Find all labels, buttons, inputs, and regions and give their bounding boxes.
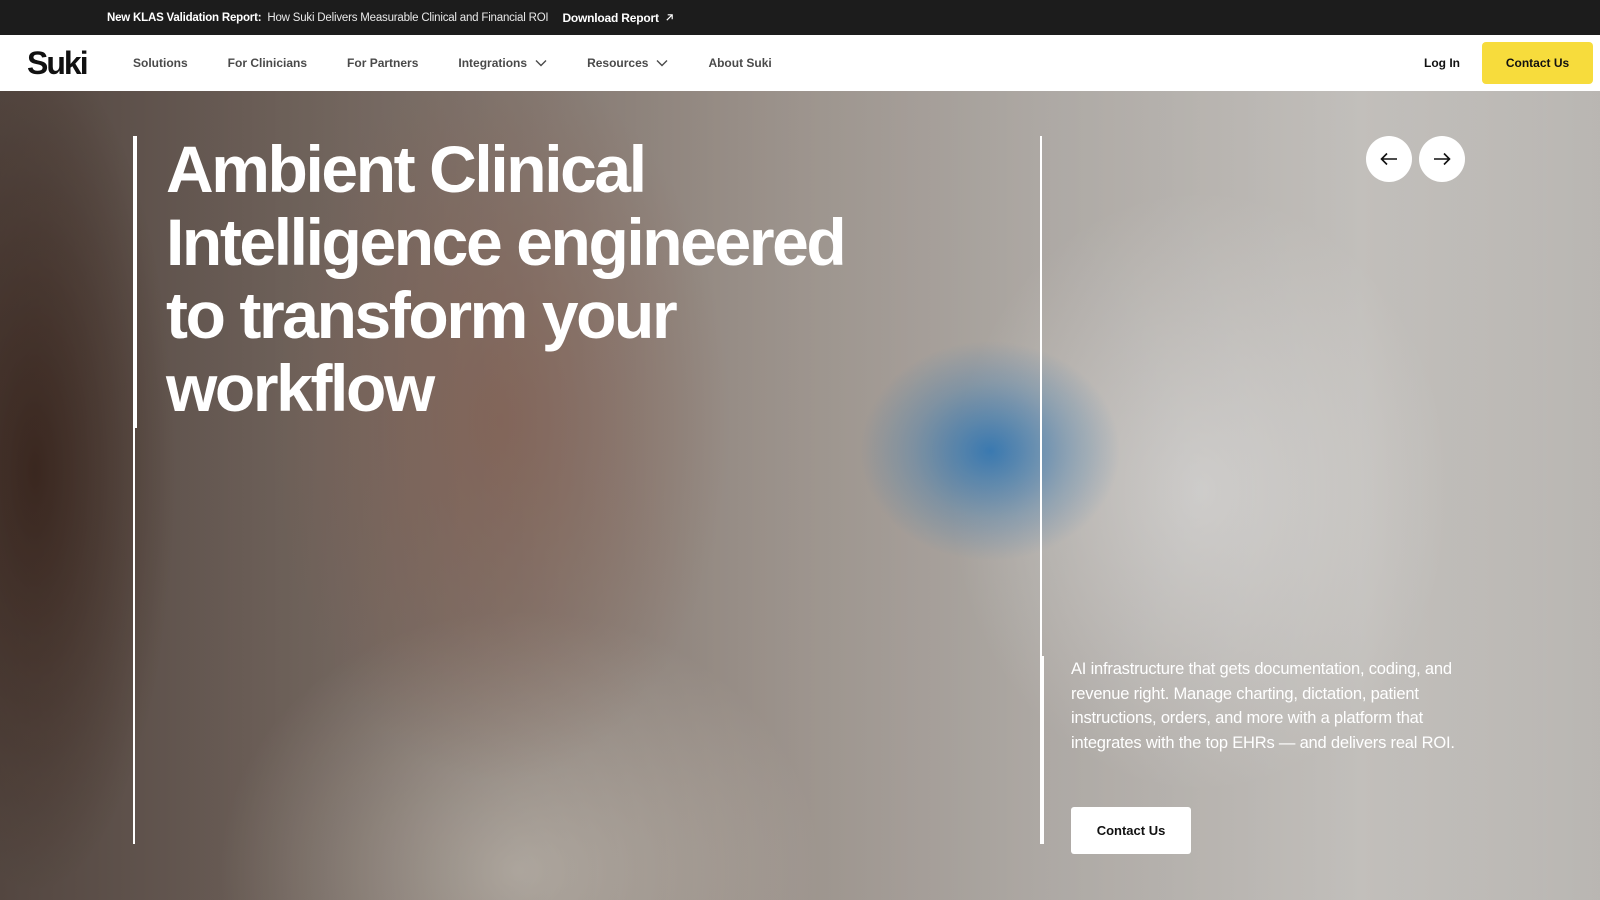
download-report-label: Download Report bbox=[562, 10, 659, 25]
carousel-next-button[interactable] bbox=[1419, 136, 1465, 182]
arrow-left-icon bbox=[1380, 152, 1397, 166]
hero-section: Ambient Clinical Intelligence engineered… bbox=[0, 91, 1600, 900]
nav-item-label: Solutions bbox=[133, 56, 188, 70]
announcement-text: How Suki Delivers Measurable Clinical an… bbox=[267, 11, 549, 24]
nav-item-for-partners[interactable]: For Partners bbox=[347, 56, 418, 70]
hero-description: AI infrastructure that gets documentatio… bbox=[1071, 660, 1455, 752]
center-divider-line bbox=[1040, 136, 1042, 656]
carousel-prev-button[interactable] bbox=[1366, 136, 1412, 182]
arrow-up-right-icon bbox=[666, 14, 673, 21]
nav-item-label: About Suki bbox=[708, 56, 772, 70]
nav-menu: Solutions For Clinicians For Partners In… bbox=[133, 35, 812, 91]
hero-headline: Ambient Clinical Intelligence engineered… bbox=[166, 132, 847, 425]
nav-item-label: For Clinicians bbox=[227, 56, 308, 70]
hero-contact-us-button[interactable]: Contact Us bbox=[1071, 807, 1191, 854]
nav-item-about-suki[interactable]: About Suki bbox=[708, 56, 771, 70]
headline-accent-line bbox=[133, 136, 137, 428]
suki-logo[interactable]: Suki bbox=[27, 45, 89, 81]
chevron-down-icon bbox=[535, 60, 547, 67]
nav-item-label: Resources bbox=[587, 56, 649, 70]
announcement-label: New KLAS Validation Report: bbox=[107, 11, 262, 24]
nav-item-solutions[interactable]: Solutions bbox=[133, 56, 188, 70]
announcement-bar: New KLAS Validation Report: How Suki Del… bbox=[0, 0, 1600, 35]
nav-item-resources[interactable]: Resources bbox=[587, 56, 668, 70]
nav-item-for-clinicians[interactable]: For Clinicians bbox=[228, 56, 307, 70]
nav-item-label: Integrations bbox=[458, 56, 528, 70]
login-link[interactable]: Log In bbox=[1424, 35, 1460, 91]
contact-us-button[interactable]: Contact Us bbox=[1482, 42, 1593, 84]
download-report-link[interactable]: Download Report bbox=[562, 11, 673, 25]
description-accent-line bbox=[1040, 656, 1044, 844]
main-nav: Suki Solutions For Clinicians For Partne… bbox=[0, 35, 1600, 91]
nav-item-label: For Partners bbox=[347, 56, 419, 70]
arrow-right-icon bbox=[1434, 152, 1451, 166]
nav-item-integrations[interactable]: Integrations bbox=[458, 56, 547, 70]
chevron-down-icon bbox=[656, 60, 668, 67]
left-divider-line bbox=[133, 428, 135, 844]
